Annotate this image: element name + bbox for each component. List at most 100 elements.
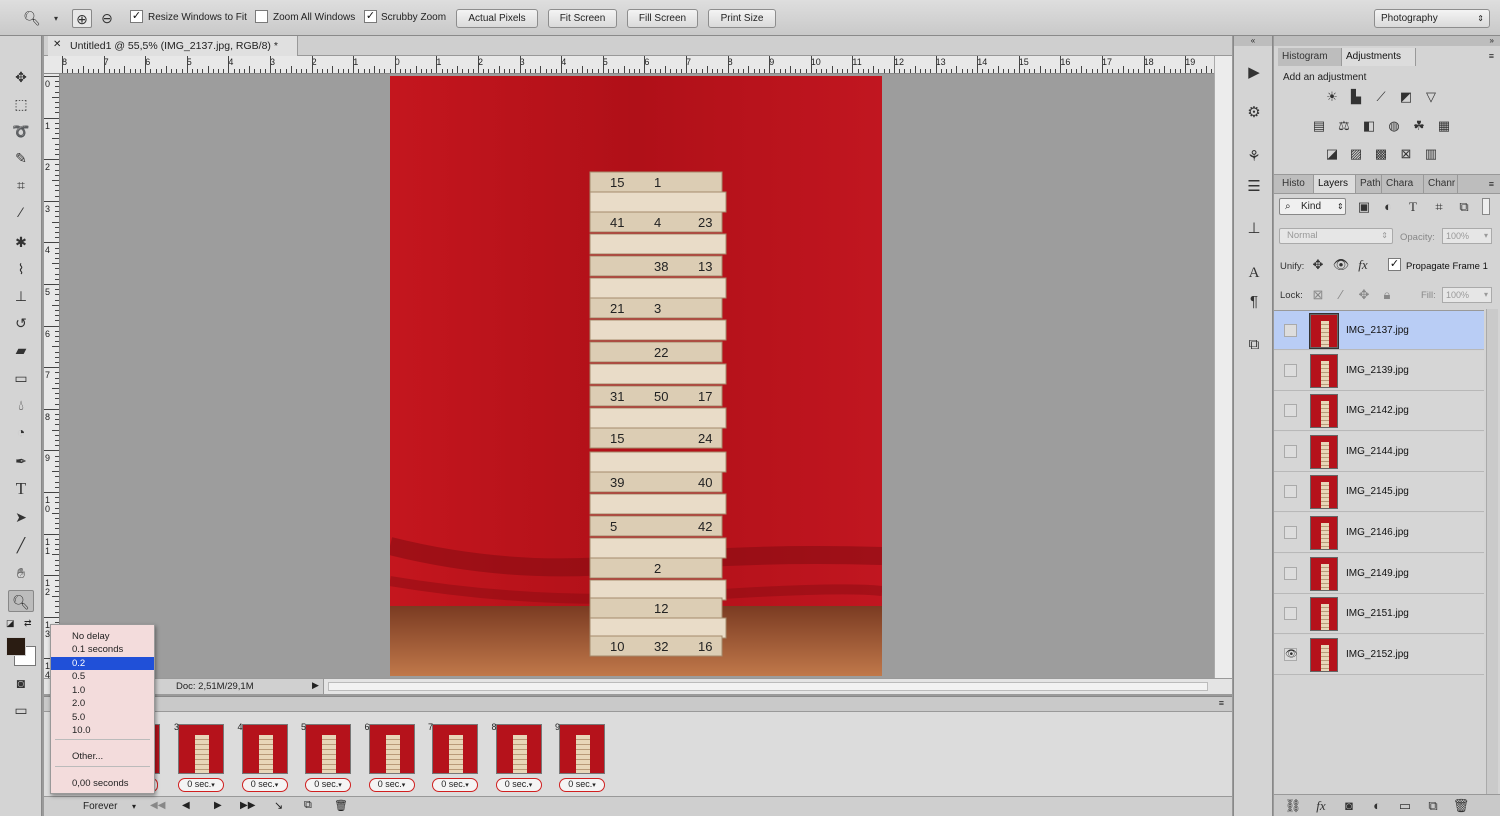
quick-mask-icon[interactable]: ◙ [8,672,34,694]
screen-mode-icon[interactable]: ▭ [8,699,34,721]
black-white-icon[interactable]: ◧ [1360,118,1378,134]
opacity-field[interactable]: 100% ▾ [1442,228,1492,244]
type-tool-icon[interactable]: T [8,478,34,500]
delete-layer-icon[interactable]: 🗑︎ [1452,798,1470,814]
scrubby-zoom-checkbox[interactable]: ✓ [364,10,377,23]
path-select-tool-icon[interactable]: ➤ [8,506,34,528]
fit-screen-button[interactable]: Fit Screen [548,9,617,28]
healing-brush-tool-icon[interactable]: ✱ [8,231,34,253]
lock-position-icon[interactable]: ✥ [1355,287,1373,303]
play-actions-icon[interactable]: ▶ [1242,62,1266,84]
hue-saturation-icon[interactable]: ▤ [1310,118,1328,134]
hand-tool-icon[interactable]: ✋︎ [8,562,34,584]
tab-chara[interactable]: Chara [1382,175,1424,193]
actual-pixels-button[interactable]: Actual Pixels [456,9,538,28]
vertical-scrollbar[interactable] [1214,56,1232,678]
frame-delay-button[interactable]: 0 sec.▾ [368,778,415,792]
tab-paths[interactable]: Paths [1356,175,1382,193]
visibility-toggle[interactable] [1284,444,1297,458]
filter-shape-icon[interactable]: ⌗ [1430,199,1448,215]
eyedropper-tool-icon[interactable]: ⁄ [8,201,34,223]
canvas-area[interactable]: 15 1 41 4 23 38 13 21 3 22 31 50 17 15 24 39 40 5 42 2 12 10 3… [60,74,1214,678]
animation-frame[interactable]: 3 0 sec.▾ [172,720,229,796]
delay-option[interactable]: 2.0 [51,697,154,710]
link-layers-icon[interactable]: ⛓ [1284,798,1302,814]
brush-tool-icon[interactable]: ⌇ [8,258,34,280]
zoom-all-checkbox[interactable] [255,10,268,23]
new-group-icon[interactable]: ▭ [1396,798,1414,814]
print-size-button[interactable]: Print Size [708,9,776,28]
delay-option[interactable]: Other... [51,750,154,763]
fx-icon[interactable]: fx [1312,798,1330,814]
loop-select[interactable]: Forever ▾ [76,799,140,815]
visibility-toggle[interactable] [1284,526,1297,539]
animation-frame[interactable]: 7 0 sec.▾ [426,720,483,796]
filter-adjustment-icon[interactable]: ◐ [1379,199,1397,215]
visibility-toggle[interactable] [1284,566,1297,580]
filter-kind-select[interactable]: ⌕ Kind ⇕ [1279,198,1346,215]
delay-option[interactable]: 5.0 [51,711,154,724]
tween-icon[interactable]: ↘ [274,799,283,812]
pen-tool-icon[interactable]: ✒ [8,450,34,472]
layers-scrollbar[interactable] [1486,309,1498,799]
fill-field[interactable]: 100% ▾ [1442,287,1492,303]
play-icon[interactable]: ▶ [214,800,222,811]
zoom-tool-icon[interactable]: 🔍︎ [8,590,34,612]
lock-pixels-icon[interactable]: ⁄ [1332,287,1350,303]
previous-frame-icon[interactable]: ◀ [182,800,190,811]
filter-pixel-icon[interactable]: ▣ [1355,199,1373,215]
eye-icon[interactable]: 👁︎ [1284,647,1298,661]
frame-delay-button[interactable]: 0 sec.▾ [305,778,351,792]
blur-tool-icon[interactable]: 💧︎ [8,394,34,416]
layer-row[interactable]: IMG_2151.jpg [1274,594,1484,635]
zoom-out-icon[interactable]: ⊖ [97,9,117,28]
duplicate-frame-icon[interactable]: ⧉ [304,799,312,812]
delay-option[interactable]: 0.5 [51,670,154,683]
fill-screen-button[interactable]: Fill Screen [627,9,698,28]
clone-source-icon[interactable]: ⊥ [1242,218,1266,240]
delay-option[interactable]: No delay [51,630,154,643]
status-menu-arrow-icon[interactable]: ▶ [312,680,319,691]
new-adjustment-icon[interactable]: ◐ [1368,798,1386,814]
delay-option[interactable]: 0.2 [51,657,154,670]
zoom-in-icon[interactable]: ⊕ [72,9,92,28]
new-layer-icon[interactable]: ⧉ [1424,798,1442,814]
chevron-down-icon[interactable]: ▾ [46,9,66,28]
lock-all-icon[interactable]: 🔒︎ [1378,287,1396,303]
line-tool-icon[interactable]: ╱ [8,534,34,556]
curves-icon[interactable]: ⟋ [1372,89,1390,105]
lock-transparency-icon[interactable]: ⊠ [1309,287,1327,303]
quick-select-tool-icon[interactable]: ✎ [8,147,34,169]
delete-frame-icon[interactable]: 🗑︎ [334,799,348,812]
frame-delay-button[interactable]: 0 sec.▾ [178,778,224,792]
panel-menu-icon[interactable]: ≡ [1489,51,1494,61]
zoom-tool-preset-icon[interactable]: 🔍︎ [22,9,42,28]
animation-frame[interactable]: 6 0 sec.▾ [363,720,420,796]
channel-mixer-icon[interactable]: ☘ [1410,118,1428,134]
foreground-color-swatch[interactable] [6,637,26,656]
layer-row[interactable]: IMG_2145.jpg [1274,472,1484,513]
paragraph-icon[interactable]: ¶ [1242,291,1266,313]
animation-frame[interactable]: 8 0 sec.▾ [490,720,547,796]
dodge-tool-icon[interactable]: ◔ [8,421,34,443]
marquee-tool-icon[interactable]: ⬚ [8,93,34,115]
frame-delay-button[interactable]: 0 sec.▾ [559,778,605,792]
animation-frame[interactable]: 4 0 sec.▾ [236,720,293,796]
tab-histogram[interactable]: Histogram [1278,48,1342,66]
delay-option[interactable]: 0,00 seconds [51,777,154,790]
blend-mode-select[interactable]: Normal ⇕ [1279,228,1393,244]
eraser-tool-icon[interactable]: ▰ [8,339,34,361]
resize-windows-checkbox[interactable]: ✓ [130,10,143,23]
first-frame-icon[interactable]: ◀◀ [150,800,165,811]
posterize-icon[interactable]: ▨ [1347,146,1365,162]
layer-row[interactable]: IMG_2142.jpg [1274,391,1484,432]
layer-row[interactable]: IMG_2149.jpg [1274,553,1484,594]
unify-position-icon[interactable]: ✥ [1309,257,1327,273]
filter-type-icon[interactable]: T [1404,199,1422,215]
visibility-toggle[interactable] [1284,324,1297,337]
filter-toggle[interactable] [1482,198,1490,215]
layer-row[interactable]: 👁︎ IMG_2152.jpg [1274,634,1484,675]
tab-layers[interactable]: Layers [1314,175,1356,193]
delay-option[interactable]: 0.1 seconds [51,643,154,656]
animation-frame[interactable]: 5 0 sec.▾ [299,720,356,796]
